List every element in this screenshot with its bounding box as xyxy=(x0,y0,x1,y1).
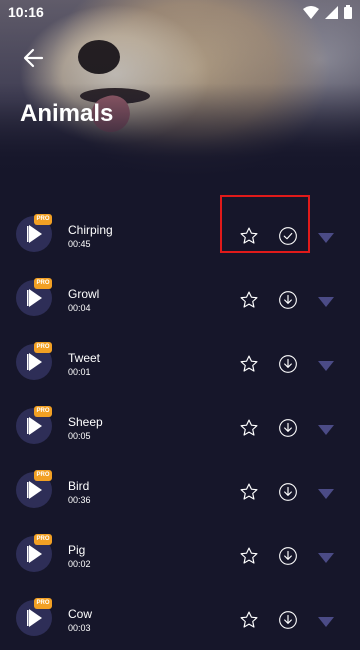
favorite-star-icon[interactable] xyxy=(239,546,259,566)
sound-row-cow[interactable]: PRO Cow 00:03 xyxy=(0,586,360,650)
battery-icon xyxy=(344,5,352,19)
sound-row-chirping[interactable]: PRO Chirping 00:45 xyxy=(0,195,360,266)
favorite-star-icon[interactable] xyxy=(239,290,259,310)
pro-badge: PRO xyxy=(34,214,52,225)
sound-row-bird[interactable]: PRO Bird 00:36 xyxy=(0,458,360,522)
download-icon[interactable] xyxy=(278,482,298,502)
sound-duration: 00:05 xyxy=(68,431,91,441)
download-icon[interactable] xyxy=(278,354,298,374)
favorite-star-icon[interactable] xyxy=(239,610,259,630)
page-title: Animals xyxy=(20,100,114,127)
favorite-star-icon[interactable] xyxy=(239,482,259,502)
sound-title: Sheep xyxy=(68,415,103,429)
sound-row-sheep[interactable]: PRO Sheep 00:05 xyxy=(0,394,360,458)
expand-caret-icon[interactable] xyxy=(318,230,334,243)
sound-row-growl[interactable]: PRO Growl 00:04 xyxy=(0,266,360,330)
download-icon[interactable] xyxy=(278,418,298,438)
sound-duration: 00:02 xyxy=(68,559,91,569)
favorite-star-icon[interactable] xyxy=(239,354,259,374)
sound-duration: 00:45 xyxy=(68,239,91,249)
expand-caret-icon[interactable] xyxy=(318,550,334,563)
sound-title: Chirping xyxy=(68,223,113,237)
sound-duration: 00:03 xyxy=(68,623,91,633)
sound-duration: 00:04 xyxy=(68,303,91,313)
expand-caret-icon[interactable] xyxy=(318,294,334,307)
download-icon[interactable] xyxy=(278,610,298,630)
expand-caret-icon[interactable] xyxy=(318,358,334,371)
favorite-star-icon[interactable] xyxy=(239,418,259,438)
sound-title: Pig xyxy=(68,543,86,557)
sound-row-tweet[interactable]: PRO Tweet 00:01 xyxy=(0,330,360,394)
expand-caret-icon[interactable] xyxy=(318,614,334,627)
download-icon[interactable] xyxy=(278,546,298,566)
pro-badge: PRO xyxy=(34,470,52,481)
download-icon[interactable] xyxy=(278,290,298,310)
dog-nose xyxy=(78,40,120,74)
status-bar: 10:16 xyxy=(0,0,360,24)
pro-badge: PRO xyxy=(34,598,52,609)
expand-caret-icon[interactable] xyxy=(318,422,334,435)
sound-duration: 00:01 xyxy=(68,367,91,377)
sound-list: PRO Chirping 00:45 PRO Growl 00:04 PRO Tweet 00:… xyxy=(0,195,360,650)
sound-title: Tweet xyxy=(68,351,101,365)
sound-title: Bird xyxy=(68,479,90,493)
wifi-icon xyxy=(303,5,319,19)
sound-duration: 00:36 xyxy=(68,495,91,505)
back-arrow-icon[interactable] xyxy=(20,44,48,72)
pro-badge: PRO xyxy=(34,342,52,353)
pro-badge: PRO xyxy=(34,534,52,545)
sound-title: Cow xyxy=(68,607,93,621)
header-image xyxy=(0,0,360,185)
pro-badge: PRO xyxy=(34,406,52,417)
sound-title: Growl xyxy=(68,287,100,301)
expand-caret-icon[interactable] xyxy=(318,486,334,499)
cellular-icon xyxy=(325,5,338,19)
pro-badge: PRO xyxy=(34,278,52,289)
status-time: 10:16 xyxy=(8,4,44,20)
sound-row-pig[interactable]: PRO Pig 00:02 xyxy=(0,522,360,586)
highlight-box xyxy=(220,195,310,253)
